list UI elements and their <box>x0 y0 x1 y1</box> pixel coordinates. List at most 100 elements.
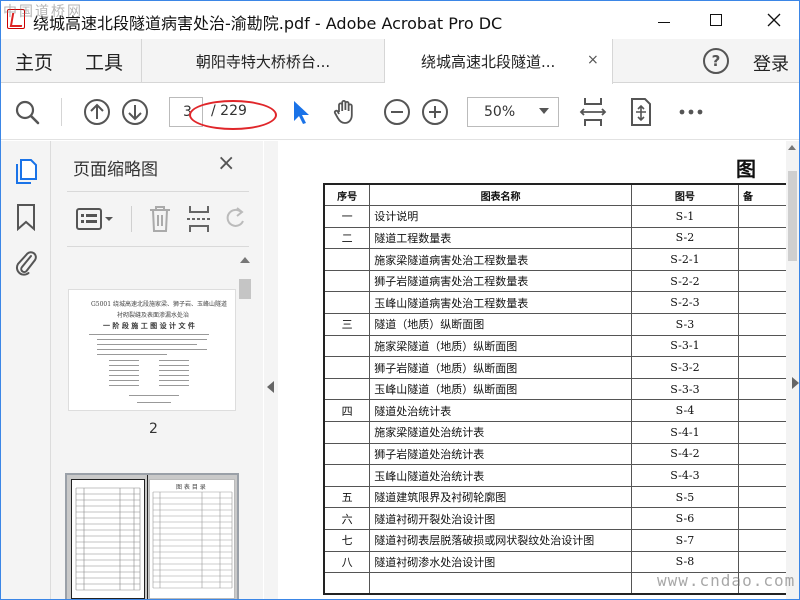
more-icon[interactable] <box>677 98 705 126</box>
page-down-icon[interactable] <box>121 98 149 126</box>
hand-tool-icon[interactable] <box>331 98 359 126</box>
thumbnail-view-frame <box>147 475 148 599</box>
row-number: 二 <box>323 226 371 250</box>
page-up-icon[interactable] <box>83 98 111 126</box>
chevron-left-icon[interactable] <box>267 381 274 393</box>
fit-page-icon[interactable] <box>579 96 607 128</box>
scrollbar-thumb[interactable] <box>239 279 251 299</box>
acrobat-window: 绕城高速北段隧道病害处治-渝勘院.pdf - Adobe Acrobat Pro… <box>0 0 800 600</box>
window-title: 绕城高速北段隧道病害处治-渝勘院.pdf - Adobe Acrobat Pro… <box>33 14 503 33</box>
tab-tools[interactable]: 工具 <box>85 39 123 83</box>
row-number <box>323 421 371 444</box>
title-bar: 绕城高速北段隧道病害处治-渝勘院.pdf - Adobe Acrobat Pro… <box>1 1 799 39</box>
rotate-page-icon[interactable] <box>225 206 247 232</box>
row-code: S-3-1 <box>630 334 739 358</box>
scroll-up-icon[interactable] <box>788 145 796 150</box>
chevron-down-icon[interactable] <box>539 108 549 114</box>
thumbnail-text: G5001 绕城高速北段施家梁、狮子岩、玉峰山隧道 <box>91 301 227 308</box>
row-title: 玉峰山隧道病害处治工程数量表 <box>369 291 632 315</box>
left-navigation-rail <box>1 141 51 599</box>
row-title: 狮子岩隧道病害处治工程数量表 <box>369 269 632 293</box>
page-scroll-icon[interactable] <box>627 96 655 128</box>
thumbnail-options-icon[interactable] <box>75 206 115 232</box>
table-body: 一设计说明 S-1 二隧道工程数量表 S-2 施家梁隧道病害处治工程数量表 S-2-1 狮子… <box>323 205 799 595</box>
close-icon <box>767 13 781 27</box>
table-row: 狮子岩隧道病害处治工程数量表 S-2-2 <box>323 269 799 293</box>
page-thumbnail-selected[interactable]: 图 表 目 录 <box>65 473 239 599</box>
row-title: 玉峰山隧道处治统计表 <box>369 464 632 487</box>
document-scrollbar[interactable] <box>786 141 799 599</box>
drawing-index-table: 序号 图表名称 图号 备 一设计说明 S-1 二隧道工程数量表 S-2 施家梁隧道病害处… <box>323 183 799 596</box>
table-row: 四隧道处治统计表 S-4 <box>323 399 799 423</box>
panel-collapse-handle[interactable] <box>264 141 278 599</box>
row-number: 五 <box>323 485 371 509</box>
page-thumbnail[interactable]: G5001 绕城高速北段施家梁、狮子岩、玉峰山隧道 衬砌裂缝及表面渗漏水处治 一… <box>68 289 236 411</box>
row-title: 隧道衬砌开裂处治设计图 <box>369 507 632 530</box>
table-row: 玉峰山隧道（地质）纵断面图 S-3-3 <box>323 377 799 401</box>
page-thumbnails-icon[interactable] <box>13 157 39 185</box>
row-code: S-2-3 <box>630 291 739 315</box>
table-row: 三隧道（地质）纵断面图 S-3 <box>323 313 799 336</box>
row-number <box>323 334 371 358</box>
table-row: 施家梁隧道（地质）纵断面图 S-3-1 <box>323 334 799 358</box>
chevron-right-icon[interactable] <box>792 377 799 389</box>
table-row: 一设计说明 S-1 <box>323 205 799 228</box>
thumbnail-page-number: 2 <box>149 421 158 437</box>
toolbar: 3 / 229 50% <box>1 84 799 140</box>
table-row: 施家梁隧道处治统计表 S-4-1 <box>323 421 799 444</box>
thumbnail-toolbar <box>67 191 249 247</box>
scrollbar-thumb[interactable] <box>788 171 797 261</box>
row-number: 七 <box>323 529 371 552</box>
maximize-button[interactable] <box>693 1 739 39</box>
row-number: 三 <box>323 313 371 336</box>
column-header: 图号 <box>630 183 739 207</box>
table-row: 八隧道衬砌渗水处治设计图 S-8 <box>323 550 799 574</box>
insert-page-icon[interactable] <box>185 204 213 234</box>
scroll-up-icon[interactable] <box>240 257 250 263</box>
row-code: S-7 <box>630 529 739 552</box>
select-tool-icon[interactable] <box>287 98 315 126</box>
table-header-row: 序号 图表名称 图号 备 <box>323 183 799 207</box>
row-number <box>323 269 371 293</box>
document-heading: 图 <box>736 157 756 181</box>
toolbar-divider <box>61 98 62 126</box>
row-number <box>323 377 371 401</box>
thumbnail-scrollbar[interactable] <box>237 255 253 599</box>
document-view[interactable]: 图 序号 图表名称 图号 备 一设计说明 S-1 二隧道工程数量表 S-2 施家梁隧道病… <box>278 141 799 599</box>
row-code: S-4-2 <box>630 442 739 466</box>
zoom-in-icon[interactable] <box>421 98 449 126</box>
tab-home[interactable]: 主页 <box>15 39 53 83</box>
row-number <box>323 572 371 595</box>
close-tab-button[interactable]: × <box>587 52 599 68</box>
row-code: S-3-3 <box>630 377 739 401</box>
minimize-button[interactable] <box>641 1 687 39</box>
panel-title: 页面缩略图 <box>73 160 158 180</box>
table-row: 二隧道工程数量表 S-2 <box>323 226 799 250</box>
table-row: 玉峰山隧道病害处治工程数量表 S-2-3 <box>323 291 799 315</box>
row-title: 隧道工程数量表 <box>369 226 632 250</box>
row-code: S-2 <box>630 226 739 250</box>
row-number <box>323 442 371 466</box>
row-title: 狮子岩隧道处治统计表 <box>369 442 632 466</box>
red-annotation-ellipse <box>189 100 277 130</box>
bookmark-icon[interactable] <box>15 203 37 231</box>
thumbnail-page-left <box>71 479 145 599</box>
table-row: 施家梁隧道病害处治工程数量表 S-2-1 <box>323 248 799 271</box>
document-tab-active[interactable]: 绕城高速北段隧道... × <box>385 39 613 84</box>
close-panel-button[interactable]: × <box>217 151 235 176</box>
row-title: 隧道（地质）纵断面图 <box>369 313 632 336</box>
help-icon[interactable]: ? <box>703 48 729 74</box>
watermark-bottom: www.cndao.com <box>657 571 796 590</box>
login-link[interactable]: 登录 <box>753 50 789 76</box>
row-title: 狮子岩隧道（地质）纵断面图 <box>369 356 632 379</box>
thumbnail-heading: 图 表 目 录 <box>176 484 206 491</box>
attachment-icon[interactable] <box>13 247 39 277</box>
search-icon[interactable] <box>13 98 41 126</box>
zoom-out-icon[interactable] <box>383 98 411 126</box>
row-number: 八 <box>323 550 371 574</box>
close-window-button[interactable] <box>751 1 797 39</box>
document-tab[interactable]: 朝阳寺特大桥桥台... <box>141 39 385 83</box>
delete-page-icon[interactable] <box>147 204 173 234</box>
column-header: 图表名称 <box>369 183 632 207</box>
tab-bar: 主页 工具 朝阳寺特大桥桥台... 绕城高速北段隧道... × ? 登录 <box>1 39 799 84</box>
